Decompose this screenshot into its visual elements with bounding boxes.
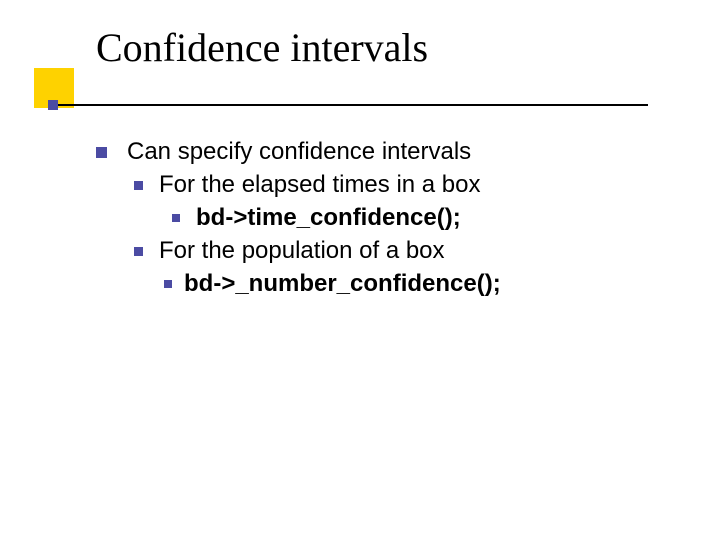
bullet-level1: For the elapsed times in a box	[134, 168, 676, 201]
bullet-level0: Can specify confidence intervals	[96, 135, 676, 168]
slide-title: Confidence intervals	[96, 24, 428, 71]
bullet-level2: bd->time_confidence();	[172, 201, 676, 234]
bullet-text: Can specify confidence intervals	[127, 135, 471, 168]
bullet-text: For the population of a box	[159, 234, 445, 267]
code-text: bd->_number_confidence();	[184, 267, 501, 300]
bullet-icon	[164, 280, 172, 288]
title-rule	[52, 104, 648, 106]
bullet-icon	[172, 214, 180, 222]
content-area: Can specify confidence intervals For the…	[96, 135, 676, 301]
bullet-level2: bd->_number_confidence();	[164, 267, 676, 300]
slide: Confidence intervals Can specify confide…	[0, 0, 720, 540]
bullet-level1: For the population of a box	[134, 234, 676, 267]
bullet-icon	[134, 247, 143, 256]
code-text: bd->time_confidence();	[196, 201, 461, 234]
bullet-text: For the elapsed times in a box	[159, 168, 481, 201]
accent-square-purple	[48, 100, 58, 110]
bullet-icon	[134, 181, 143, 190]
bullet-icon	[96, 147, 107, 158]
